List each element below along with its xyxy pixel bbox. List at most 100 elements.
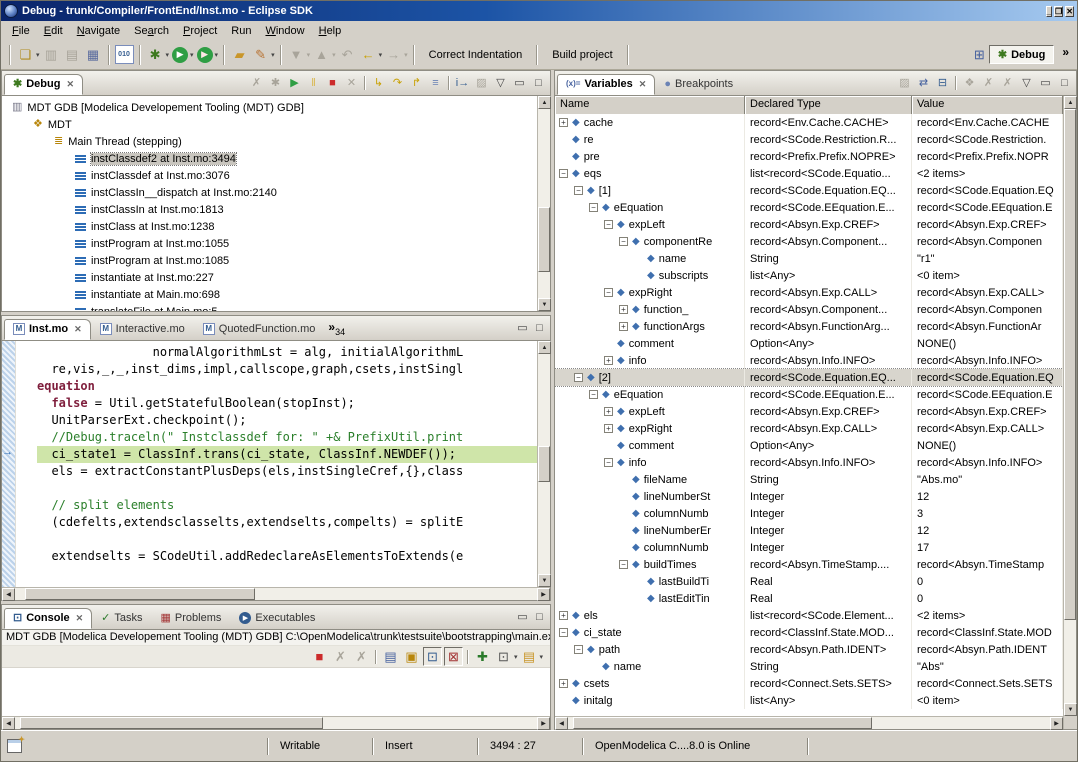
resume-icon[interactable]: ▶ [286,75,303,92]
variable-row[interactable]: −◆[2]record<SCode.Equation.EQ...record<S… [555,369,1063,386]
variable-row[interactable]: −◆componentRerecord<Absyn.Component...re… [555,233,1063,250]
variable-row[interactable]: −◆pathrecord<Absyn.Path.IDENT>record<Abs… [555,641,1063,658]
show-stderr-icon[interactable]: ⊠ [444,647,463,666]
mdt-build-icon[interactable]: 010 [115,45,134,64]
dropdown-arrow-icon[interactable]: ▾ [332,51,336,59]
variable-row[interactable]: ◆prerecord<Prefix.Prefix.NOPRE>record<Pr… [555,148,1063,165]
stack-frame-row[interactable]: instProgram at Inst.mo:1085 [2,252,537,269]
variable-row[interactable]: ◆fileNameString"Abs.mo" [555,471,1063,488]
variable-row[interactable]: −◆inforecord<Absyn.Info.INFO>record<Absy… [555,454,1063,471]
scroll-thumb[interactable] [573,717,872,729]
step-into-icon[interactable]: ↳ [370,75,387,92]
variable-row[interactable]: ◆initalglist<Any><0 item> [555,692,1063,709]
dropdown-arrow-icon[interactable]: ▾ [307,51,311,59]
remove-icon[interactable]: ✗ [980,75,997,92]
variable-row[interactable]: +◆inforecord<Absyn.Info.INFO>record<Absy… [555,352,1063,369]
stack-frame-row[interactable]: instClassIn at Inst.mo:1813 [2,201,537,218]
variable-row[interactable]: ◆lineNumberStInteger12 [555,488,1063,505]
dropdown-arrow-icon[interactable]: ▾ [404,51,408,59]
scroll-right-icon[interactable]: ▶ [537,588,550,601]
menu-edit[interactable]: Edit [37,23,70,39]
close-button[interactable]: ✕ [1065,6,1074,17]
variable-row[interactable]: +◆functionArgsrecord<Absyn.FunctionArg..… [555,318,1063,335]
menu-project[interactable]: Project [176,23,224,39]
variable-row[interactable]: ◆columnNumbInteger17 [555,539,1063,556]
menu-run[interactable]: Run [224,23,258,39]
toolbar-button-build-project[interactable]: Build project [542,46,623,64]
variables-vertical-scrollbar[interactable]: ▲ ▼ [1063,96,1076,729]
external-tools-icon[interactable]: ▶ [197,47,213,63]
variables-horizontal-scrollbar[interactable]: ◀ ▶ [555,716,1063,729]
tab-problems[interactable]: ▦Problems [152,608,231,629]
variable-row[interactable]: +◆elslist<record<SCode.Element...<2 item… [555,607,1063,624]
variable-row[interactable]: ◆rerecord<SCode.Restriction.R...record<S… [555,131,1063,148]
tab-variables[interactable]: (x)=Variables✕ [557,74,655,95]
editor-vertical-scrollbar[interactable]: ▲ ▼ [537,341,550,587]
expand-icon[interactable]: + [619,322,628,331]
suspend-icon[interactable]: ‖ [305,75,322,92]
collapse-icon[interactable]: − [619,237,628,246]
collapse-icon[interactable]: − [604,220,613,229]
save-icon[interactable]: ▥ [42,45,61,64]
view-menu-icon[interactable]: ▽ [1018,75,1035,92]
debug-vertical-scrollbar[interactable]: ▲ ▼ [537,96,550,311]
minimize-icon[interactable]: ▭ [514,320,531,337]
dropdown-arrow-icon[interactable]: ▾ [215,51,219,59]
remove-terminated-icon[interactable]: ✗ [248,75,265,92]
maximize-icon[interactable]: □ [1056,75,1073,92]
close-icon[interactable]: ✕ [639,79,647,90]
terminate-icon[interactable]: ■ [310,647,329,666]
scroll-right-icon[interactable]: ▶ [537,717,550,730]
last-edit-location-icon[interactable]: ↶ [338,45,357,64]
scroll-down-icon[interactable]: ▼ [538,574,551,587]
variable-row[interactable]: −◆eqslist<record<SCode.Equatio...<2 item… [555,165,1063,182]
tab-console[interactable]: ⊡Console✕ [4,608,92,629]
scroll-up-icon[interactable]: ▲ [538,341,551,354]
collapse-icon[interactable]: − [574,373,583,382]
code-editor[interactable]: normalAlgorithmLst = alg, initialAlgorit… [37,341,537,587]
dropdown-arrow-icon[interactable]: ▾ [166,51,170,59]
scroll-left-icon[interactable]: ◀ [2,717,15,730]
debug-tree-row[interactable]: ❖MDT [2,116,537,133]
dropdown-arrow-icon[interactable]: ▾ [514,653,518,661]
scroll-up-icon[interactable]: ▲ [1064,96,1077,109]
maximize-icon[interactable]: □ [530,75,547,92]
scroll-down-icon[interactable]: ▼ [1064,703,1077,716]
scroll-thumb[interactable] [1064,109,1076,620]
print-icon[interactable]: ▦ [84,45,103,64]
variable-row[interactable]: +◆function_record<Absyn.Component...reco… [555,301,1063,318]
scroll-down-icon[interactable]: ▼ [538,298,551,311]
variable-row[interactable]: ◆commentOption<Any>NONE() [555,335,1063,352]
fast-view-tray-icon[interactable]: ✦ [7,739,22,753]
stack-frame-row[interactable]: instantiate at Inst.mo:227 [2,269,537,286]
menu-navigate[interactable]: Navigate [70,23,127,39]
remove-all-launches-icon[interactable]: ✗ [352,647,371,666]
stack-frame-row[interactable]: instantiate at Main.mo:698 [2,286,537,303]
close-icon[interactable]: ✕ [76,613,84,624]
debug-view-action-icon[interactable]: ▨ [473,75,490,92]
menu-file[interactable]: File [5,23,37,39]
variables-table[interactable]: +◆cacherecord<Env.Cache.CACHE>record<Env… [555,114,1063,716]
minimize-button[interactable]: _ [1046,6,1052,17]
remove-all-icon[interactable]: ✗ [999,75,1016,92]
variable-row[interactable]: +◆cacherecord<Env.Cache.CACHE>record<Env… [555,114,1063,131]
open-resource-icon[interactable]: ▰ [230,45,249,64]
remove-launch-icon[interactable]: ✗ [331,647,350,666]
debug-launch-tree[interactable]: ▥MDT GDB [Modelica Developement Tooling … [2,96,537,311]
variable-row[interactable]: −◆eEquationrecord<SCode.EEquation.E...re… [555,386,1063,403]
variable-row[interactable]: −◆eEquationrecord<SCode.EEquation.E...re… [555,199,1063,216]
expand-icon[interactable]: + [604,356,613,365]
maximize-icon[interactable]: □ [531,609,548,626]
collapse-icon[interactable]: − [619,560,628,569]
console-horizontal-scrollbar[interactable]: ◀ ▶ [2,716,550,729]
terminate-icon[interactable]: ■ [324,75,341,92]
close-icon[interactable]: ✕ [74,324,82,335]
step-return-icon[interactable]: ↱ [408,75,425,92]
variable-row[interactable]: +◆expRightrecord<Absyn.Exp.CALL>record<A… [555,420,1063,437]
toolbar-button-correct-indentation[interactable]: Correct Indentation [419,46,533,64]
show-logical-structures-icon[interactable]: ⇄ [915,75,932,92]
debug-launch-icon[interactable]: ✱ [146,45,165,64]
step-over-icon[interactable]: ↷ [389,75,406,92]
variable-row[interactable]: +◆expLeftrecord<Absyn.Exp.CREF>record<Ab… [555,403,1063,420]
dropdown-arrow-icon[interactable]: ▾ [539,653,543,661]
